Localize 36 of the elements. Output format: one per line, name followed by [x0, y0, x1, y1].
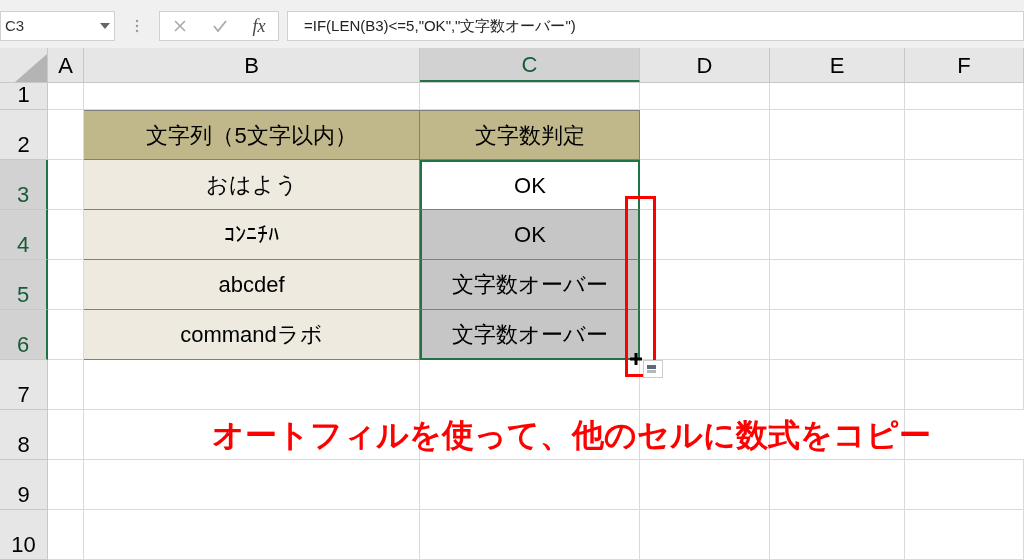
header-cell: 文字列（5文字以内）	[84, 110, 420, 160]
table-cell: abcdef	[84, 260, 420, 310]
row-header[interactable]: 6	[0, 310, 48, 360]
row-header[interactable]: 1	[0, 83, 48, 110]
insert-function-button[interactable]: fx	[252, 12, 266, 40]
table-cell: OK	[420, 210, 640, 260]
row-header[interactable]: 10	[0, 510, 48, 560]
row-header[interactable]: 5	[0, 260, 48, 310]
table-cell: ｺﾝﾆﾁﾊ	[84, 210, 420, 260]
drag-handle-icon	[135, 19, 139, 33]
checkmark-icon[interactable]	[211, 19, 228, 33]
column-header[interactable]: A	[48, 48, 84, 82]
row-header[interactable]: 7	[0, 360, 48, 410]
header-cell: 文字数判定	[420, 110, 640, 160]
row-header[interactable]: 3	[0, 160, 48, 210]
row-header[interactable]: 4	[0, 210, 48, 260]
annotation-text: オートフィルを使って、他のセルに数式をコピー	[212, 415, 931, 455]
table-cell: OK	[420, 160, 640, 210]
column-header[interactable]: F	[905, 48, 1024, 82]
column-header[interactable]: D	[640, 48, 770, 82]
row-header[interactable]: 2	[0, 110, 48, 160]
select-all-icon[interactable]	[15, 54, 47, 82]
column-header[interactable]: C	[420, 48, 640, 82]
table-cell: 文字数オーバー	[420, 310, 640, 360]
table-cell: commandラボ	[84, 310, 420, 360]
name-box[interactable]: C3	[0, 11, 115, 41]
cancel-icon[interactable]	[172, 19, 187, 33]
row-header[interactable]: 8	[0, 410, 48, 460]
formula-field[interactable]: =IF(LEN(B3)<=5,"OK","文字数オーバー")	[287, 11, 1024, 41]
auto-fill-options-icon[interactable]	[643, 360, 663, 378]
table-cell: おはよう	[84, 160, 420, 210]
table-cell: 文字数オーバー	[420, 260, 640, 310]
row-header[interactable]: 9	[0, 460, 48, 510]
column-header[interactable]: E	[770, 48, 905, 82]
fill-handle-cursor-icon	[629, 352, 643, 366]
dropdown-caret-icon[interactable]	[100, 23, 110, 29]
